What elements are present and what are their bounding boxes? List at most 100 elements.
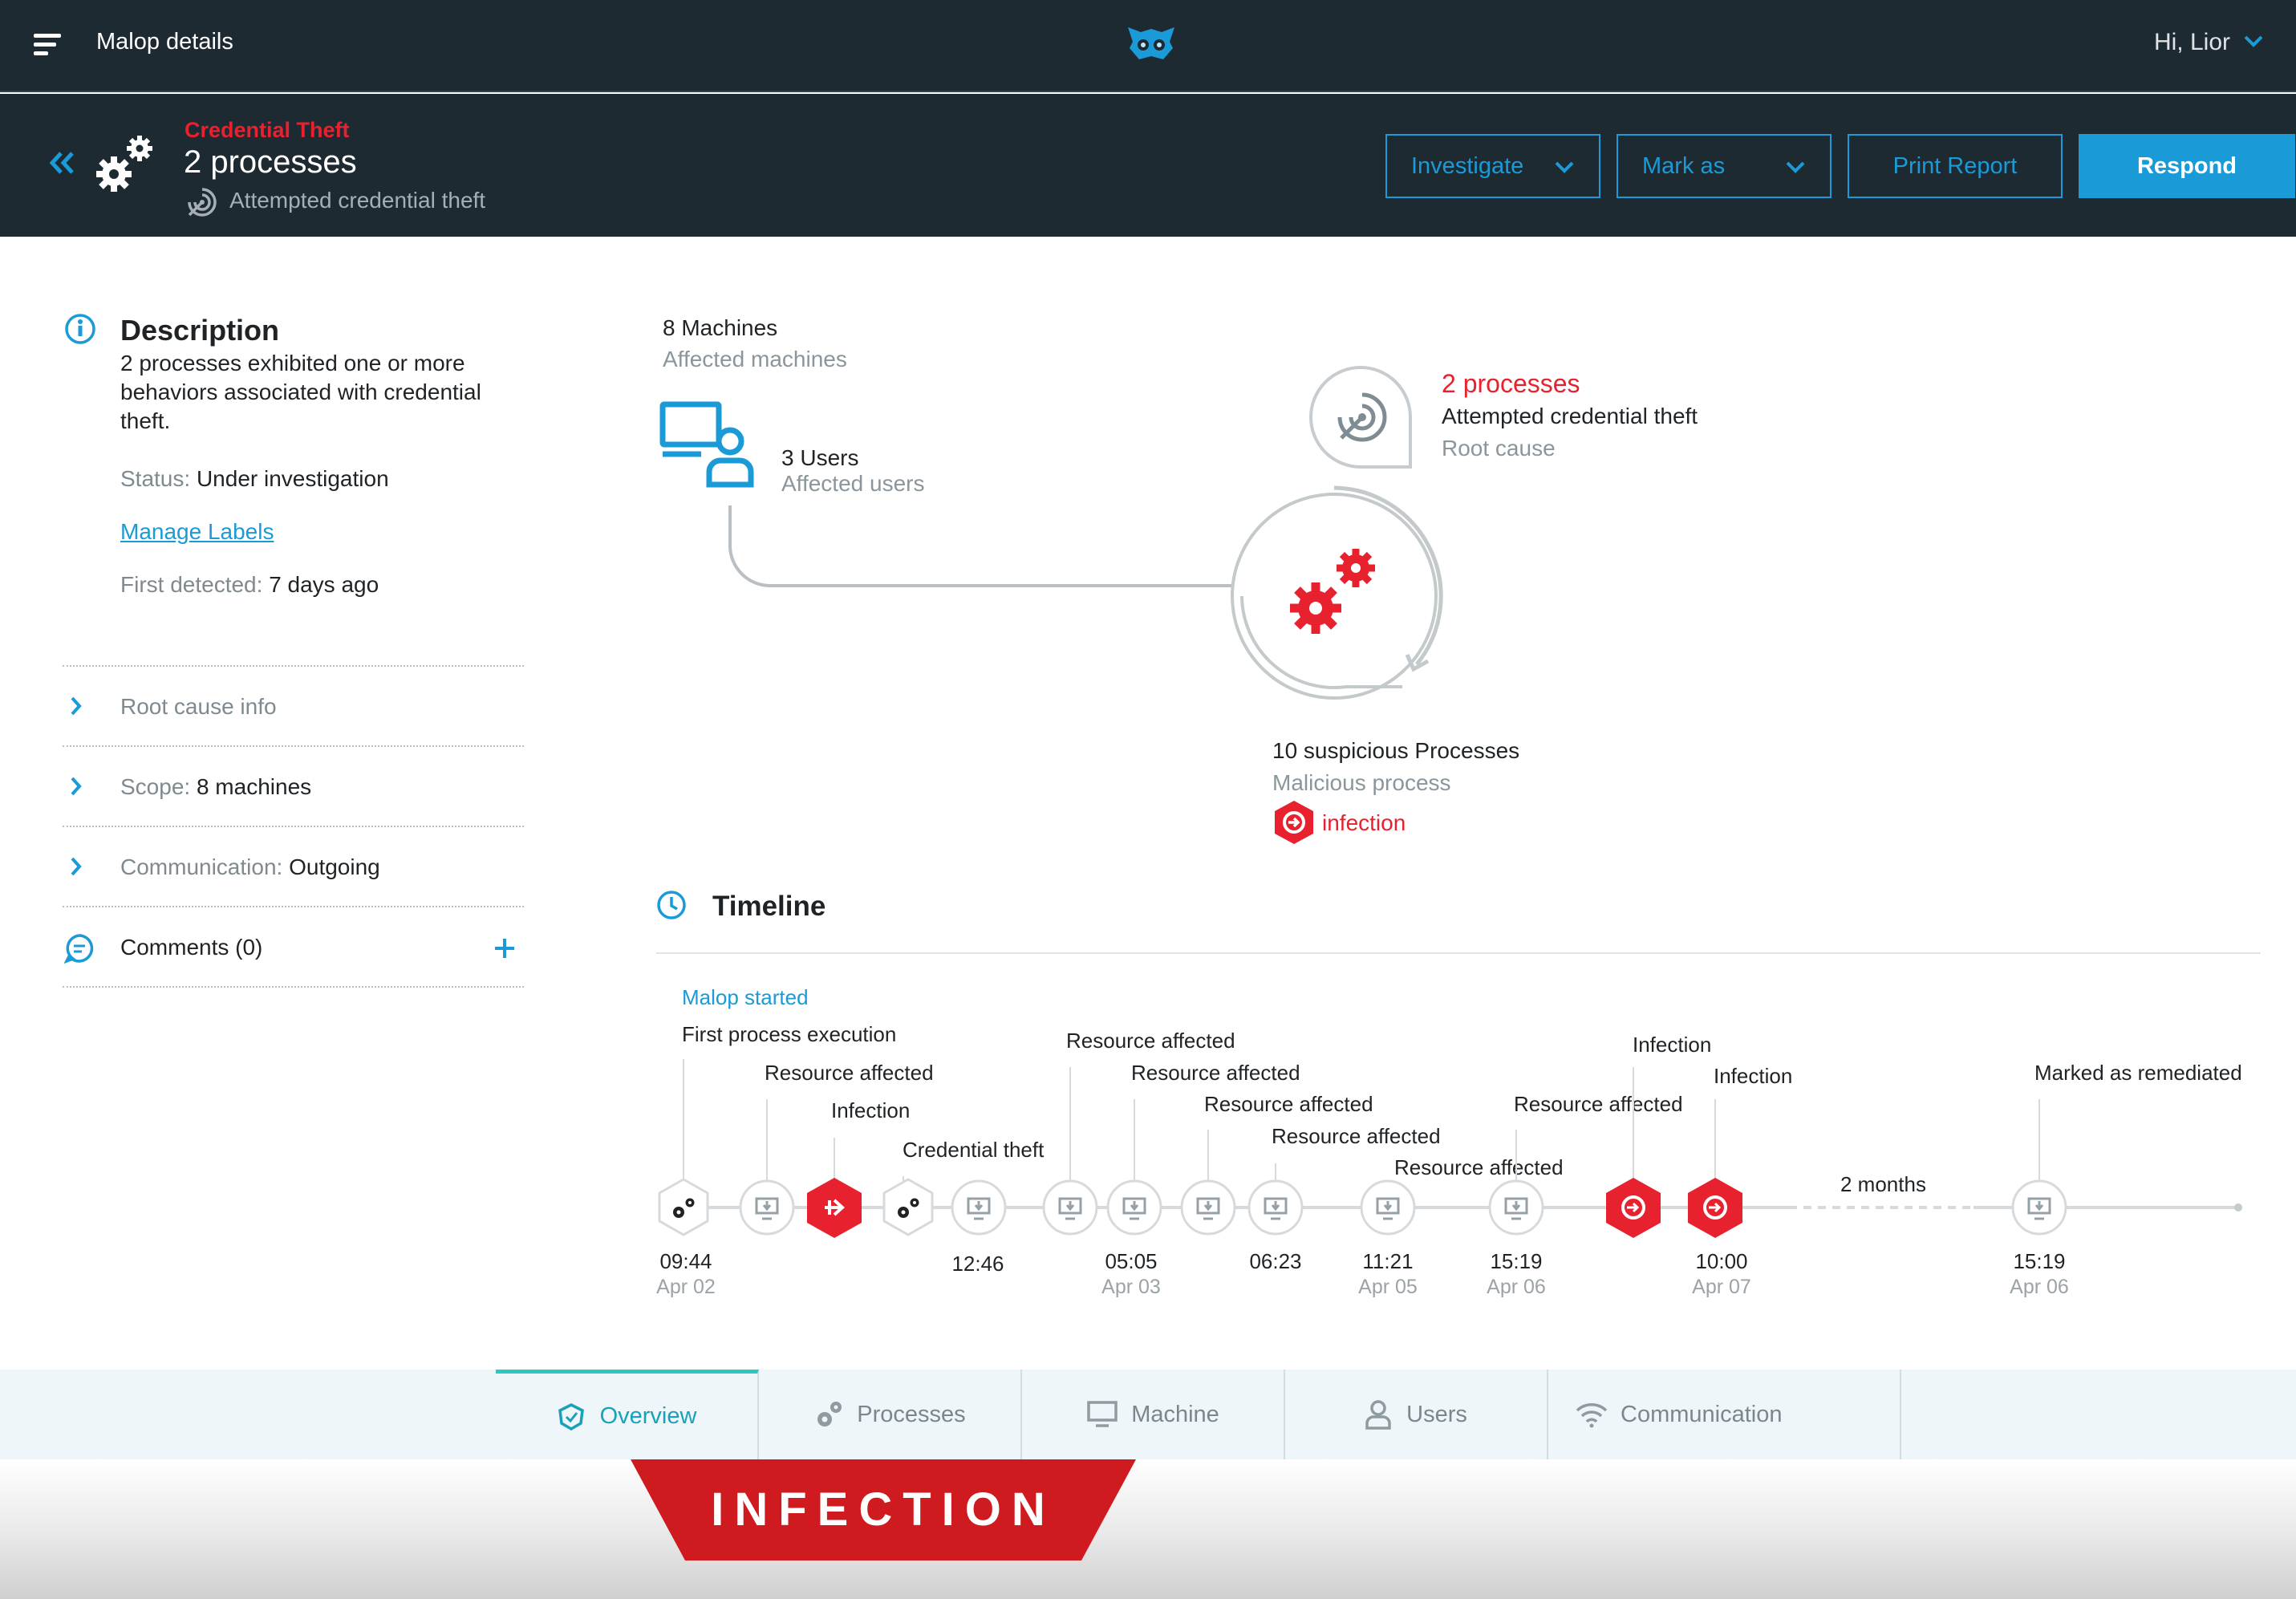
bottom-shadow	[0, 1459, 2296, 1599]
scope-value: 8 machines	[196, 774, 312, 799]
chevron-right-icon[interactable]	[69, 695, 83, 717]
machines-count: 8 Machines	[663, 315, 778, 340]
communication-label: Communication:	[120, 854, 283, 879]
investigate-label: Investigate	[1411, 152, 1524, 179]
suspicious-process-count: 10 suspicious Processes	[1272, 738, 1520, 763]
gear-node-icon[interactable]	[882, 1178, 934, 1236]
infection-node-icon[interactable]	[807, 1178, 862, 1238]
malop-title: 2 processes	[184, 144, 357, 180]
info-icon	[65, 314, 95, 344]
time-label: 05:05	[1105, 1249, 1158, 1273]
description-heading: Description	[120, 314, 280, 347]
date-label: Apr 05	[1358, 1276, 1418, 1298]
comment-icon	[64, 934, 94, 964]
infection-banner-text: INFECTION	[711, 1483, 1056, 1536]
process-circle[interactable]	[1218, 480, 1450, 712]
date-label: Apr 03	[1101, 1276, 1161, 1298]
timeline-track	[658, 1059, 2242, 1238]
description-line-1: 2 processes exhibited one or more	[120, 351, 465, 375]
comments-item[interactable]: Comments (0)	[120, 935, 262, 960]
wifi-icon	[1576, 1403, 1608, 1428]
machines-label: Affected machines	[663, 347, 847, 371]
tab-label: Overview	[599, 1403, 697, 1429]
time-label: 09:44	[659, 1249, 712, 1273]
chevron-right-icon[interactable]	[69, 775, 83, 797]
divider	[63, 986, 524, 988]
time-label: 11:21	[1362, 1249, 1414, 1273]
root-cause-label: Root cause	[1442, 436, 1556, 461]
gears-icon	[96, 136, 152, 192]
infection-icon	[1275, 801, 1313, 844]
status-label: Status:	[120, 466, 191, 491]
add-comment-icon[interactable]	[493, 936, 517, 960]
manage-labels-link[interactable]: Manage Labels	[120, 519, 274, 545]
communication-item[interactable]: Communication: Outgoing	[120, 854, 380, 880]
tab-users[interactable]: Users	[1285, 1370, 1548, 1459]
tab-processes[interactable]: Processes	[759, 1370, 1022, 1459]
time-label: 15:19	[2013, 1249, 2066, 1273]
first-detected-row: First detected: 7 days ago	[120, 572, 379, 598]
shield-icon	[558, 1402, 584, 1431]
page-title: Malop details	[96, 29, 233, 55]
infection-tag: infection	[1322, 810, 1406, 835]
chevron-down-icon	[1786, 161, 1805, 173]
infection-node-icon[interactable]	[1606, 1178, 1661, 1238]
investigate-button[interactable]: Investigate	[1385, 134, 1600, 198]
tab-machine[interactable]: Machine	[1022, 1370, 1285, 1459]
print-report-button[interactable]: Print Report	[1848, 134, 2063, 198]
gear-node-icon[interactable]	[658, 1178, 709, 1236]
time-label: 12:46	[951, 1252, 1004, 1276]
root-cause-bubble-icon[interactable]	[1306, 361, 1418, 473]
users-label: Affected users	[781, 471, 925, 496]
users-count: 3 Users	[781, 445, 859, 470]
date-label: Apr 06	[2010, 1276, 2069, 1298]
status-value: Under investigation	[196, 466, 389, 491]
description-line-3: theft.	[120, 408, 171, 433]
status-row: Status: Under investigation	[120, 466, 389, 492]
owl-logo-icon	[1128, 27, 1174, 59]
gears-icon	[817, 1402, 842, 1427]
tab-overview[interactable]: Overview	[496, 1370, 759, 1459]
double-chevron-left-icon[interactable]	[50, 151, 75, 175]
timeline-heading: Timeline	[712, 891, 826, 922]
clock-icon	[657, 891, 686, 919]
scope-item[interactable]: Scope: 8 machines	[120, 774, 311, 800]
divider	[63, 665, 524, 667]
fingerprint-target-icon	[188, 188, 217, 217]
root-subtitle: Attempted credential theft	[1442, 404, 1698, 428]
tab-communication[interactable]: Communication	[1548, 1370, 1901, 1459]
description-line-2: behaviors associated with credential	[120, 379, 481, 404]
infection-node-icon[interactable]	[1688, 1178, 1742, 1238]
first-detected-label: First detected:	[120, 572, 263, 597]
root-cause-info-item[interactable]: Root cause info	[120, 694, 277, 720]
divider	[63, 826, 524, 827]
tab-label: Processes	[857, 1401, 966, 1427]
chevron-down-icon[interactable]	[2243, 34, 2264, 48]
machine-user-icon[interactable]	[659, 401, 756, 489]
date-label: Apr 02	[656, 1276, 716, 1298]
divider	[63, 745, 524, 747]
tab-label: Users	[1406, 1401, 1467, 1427]
chevron-right-icon[interactable]	[69, 855, 83, 878]
time-label: 06:23	[1249, 1249, 1302, 1273]
menu-icon[interactable]	[34, 34, 61, 58]
chevron-down-icon	[1555, 161, 1574, 173]
divider	[63, 906, 524, 907]
malicious-process-label: Malicious process	[1272, 770, 1451, 795]
date-label: Apr 06	[1487, 1276, 1546, 1298]
date-label: Apr 07	[1692, 1276, 1751, 1298]
mark-as-button[interactable]: Mark as	[1617, 134, 1832, 198]
user-menu[interactable]: Hi, Lior	[2154, 29, 2230, 56]
malop-started-label: Malop started	[682, 985, 809, 1009]
timeline-divider	[656, 952, 2261, 954]
flow-connector	[728, 505, 1273, 596]
scope-label: Scope:	[120, 774, 191, 799]
time-label: 10:00	[1695, 1249, 1748, 1273]
malop-subtitle: Attempted credential theft	[229, 188, 486, 213]
respond-button[interactable]: Respond	[2079, 134, 2295, 198]
tab-label: Communication	[1621, 1401, 1783, 1427]
user-icon	[1365, 1400, 1391, 1430]
first-detected-value: 7 days ago	[269, 572, 379, 597]
monitor-icon	[1087, 1401, 1118, 1427]
time-label: 15:19	[1490, 1249, 1543, 1273]
